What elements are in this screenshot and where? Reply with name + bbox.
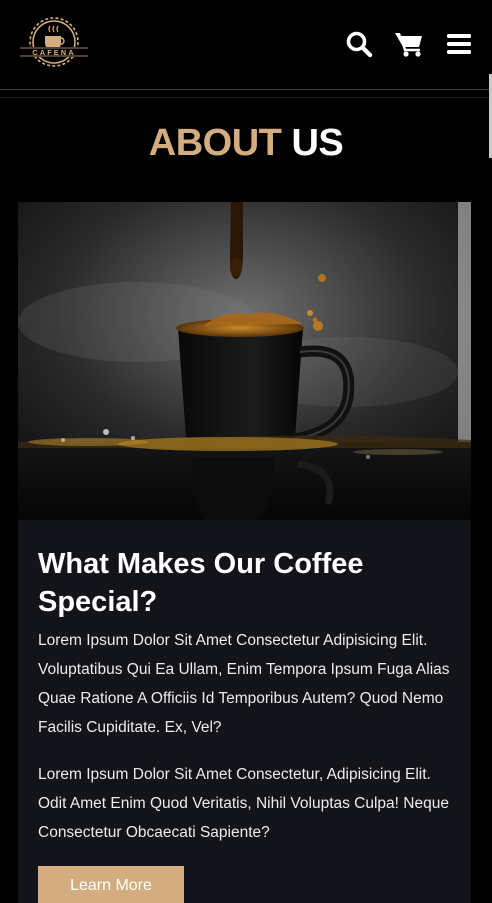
section-title-accent: ABOUT (148, 122, 282, 164)
learn-more-button[interactable]: Learn More (38, 866, 184, 903)
card-paragraph-1: Lorem Ipsum Dolor Sit Amet Consectetur A… (38, 632, 450, 736)
section-title: ABOUT US (0, 122, 492, 165)
header-divider (0, 97, 492, 98)
search-icon[interactable] (344, 29, 374, 59)
svg-text:CAFENA: CAFENA (32, 48, 75, 57)
card-paragraph-2: Lorem Ipsum Dolor Sit Amet Consectetur, … (38, 766, 449, 841)
cart-icon[interactable] (394, 29, 424, 59)
section-title-rest: US (291, 122, 344, 164)
header-actions (344, 29, 474, 59)
coffee-cup-image (18, 202, 471, 520)
menu-icon[interactable] (444, 29, 474, 59)
card-heading: What Makes Our Coffee Special? (38, 548, 364, 618)
cafena-logo[interactable]: CAFENA (16, 12, 92, 74)
about-card: What Makes Our Coffee Special? Lorem Ips… (18, 202, 471, 903)
site-header: CAFENA (0, 0, 492, 90)
